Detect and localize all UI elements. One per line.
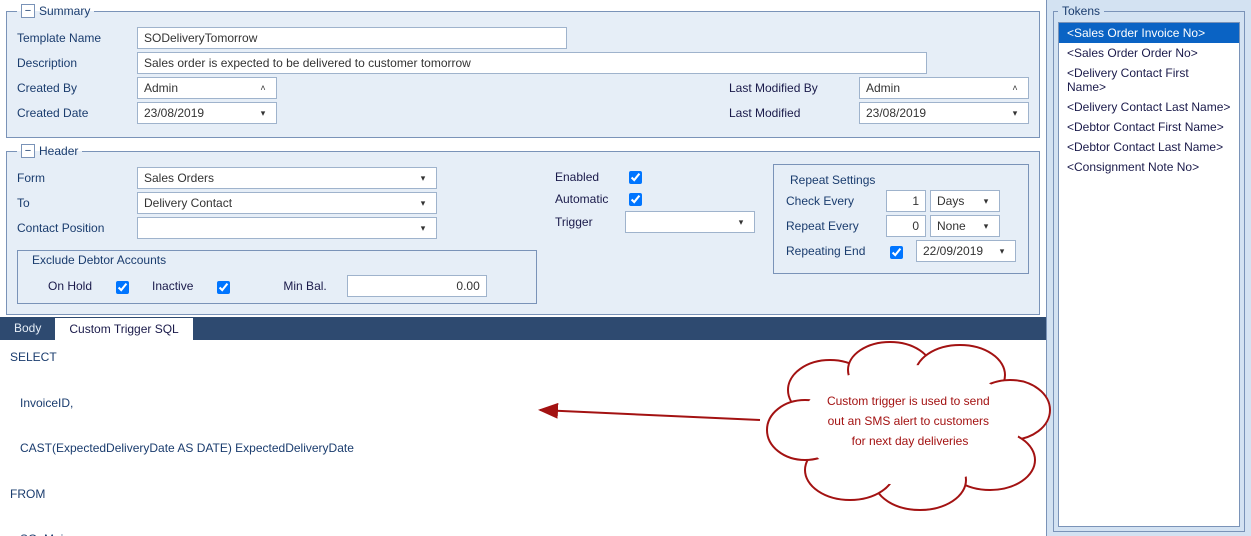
tokens-listbox[interactable]: <Sales Order Invoice No> <Sales Order Or… (1058, 22, 1240, 527)
header-group: − Header Form Sales Orders▾ To Delivery … (6, 144, 1040, 315)
template-name-label: Template Name (17, 31, 137, 45)
inactive-label: Inactive (152, 279, 193, 293)
header-legend: − Header (17, 144, 82, 158)
caret-down-icon: ▾ (416, 198, 430, 209)
template-name-input[interactable] (137, 27, 567, 49)
description-label: Description (17, 56, 137, 70)
created-date-label: Created Date (17, 106, 137, 120)
token-item[interactable]: <Delivery Contact Last Name> (1059, 97, 1239, 117)
on-hold-label: On Hold (48, 279, 92, 293)
to-label: To (17, 196, 137, 210)
token-item[interactable]: <Consignment Note No> (1059, 157, 1239, 177)
summary-legend: − Summary (17, 4, 94, 18)
summary-group: − Summary Template Name Description Crea… (6, 4, 1040, 138)
token-item[interactable]: <Delivery Contact First Name> (1059, 63, 1239, 97)
caret-down-icon: ▾ (979, 221, 993, 232)
trigger-combo[interactable]: ▾ (625, 211, 755, 233)
tab-custom-trigger-sql[interactable]: Custom Trigger SQL (55, 317, 192, 340)
caret-down-icon: ▾ (416, 173, 430, 184)
collapse-header-button[interactable]: − (21, 144, 35, 158)
inactive-checkbox[interactable] (217, 281, 230, 294)
check-every-input[interactable] (886, 190, 926, 212)
created-date-picker[interactable]: 23/08/2019▾ (137, 102, 277, 124)
trigger-label: Trigger (555, 215, 625, 229)
sql-editor[interactable]: SELECT InvoiceID, CAST(ExpectedDeliveryD… (0, 340, 1046, 536)
check-every-unit-select[interactable]: Days▾ (930, 190, 1000, 212)
last-modified-by-label: Last Modified By (729, 81, 859, 95)
automatic-checkbox[interactable] (629, 193, 642, 206)
token-item[interactable]: <Sales Order Order No> (1059, 43, 1239, 63)
contact-position-label: Contact Position (17, 221, 137, 235)
chevron-up-icon: ˄ (1008, 83, 1022, 93)
token-item[interactable]: <Sales Order Invoice No> (1059, 23, 1239, 43)
collapse-summary-button[interactable]: − (21, 4, 35, 18)
tab-body[interactable]: Body (0, 317, 55, 340)
form-label: Form (17, 171, 137, 185)
tokens-group: Tokens <Sales Order Invoice No> <Sales O… (1053, 4, 1245, 532)
created-by-combo[interactable]: Admin˄ (137, 77, 277, 99)
last-modified-label: Last Modified (729, 106, 859, 120)
caret-down-icon: ▾ (1008, 108, 1022, 119)
last-modified-picker[interactable]: 23/08/2019▾ (859, 102, 1029, 124)
token-item[interactable]: <Debtor Contact Last Name> (1059, 137, 1239, 157)
repeating-end-date-picker[interactable]: 22/09/2019▾ (916, 240, 1016, 262)
repeat-every-label: Repeat Every (786, 219, 886, 233)
caret-down-icon: ▾ (416, 223, 430, 234)
enabled-checkbox[interactable] (629, 171, 642, 184)
token-item[interactable]: <Debtor Contact First Name> (1059, 117, 1239, 137)
repeat-every-unit-select[interactable]: None▾ (930, 215, 1000, 237)
enabled-label: Enabled (555, 170, 625, 184)
contact-position-combo[interactable]: ▾ (137, 217, 437, 239)
min-bal-label: Min Bal. (283, 279, 326, 293)
description-input[interactable] (137, 52, 927, 74)
on-hold-checkbox[interactable] (116, 281, 129, 294)
tokens-legend: Tokens (1058, 4, 1104, 18)
automatic-label: Automatic (555, 192, 625, 206)
caret-down-icon: ▾ (256, 108, 270, 119)
min-bal-input[interactable] (347, 275, 487, 297)
tabs-bar: Body Custom Trigger SQL (0, 317, 1046, 340)
check-every-label: Check Every (786, 194, 886, 208)
to-combo[interactable]: Delivery Contact▾ (137, 192, 437, 214)
repeating-end-label: Repeating End (786, 244, 886, 258)
caret-down-icon: ▾ (734, 217, 748, 228)
exclude-debtor-group: Exclude Debtor Accounts On Hold Inactive… (17, 250, 537, 304)
repeat-every-input[interactable] (886, 215, 926, 237)
created-by-label: Created By (17, 81, 137, 95)
chevron-up-icon: ˄ (256, 83, 270, 93)
caret-down-icon: ▾ (995, 246, 1009, 257)
repeating-end-checkbox[interactable] (890, 246, 903, 259)
form-combo[interactable]: Sales Orders▾ (137, 167, 437, 189)
caret-down-icon: ▾ (979, 196, 993, 207)
last-modified-by-combo[interactable]: Admin˄ (859, 77, 1029, 99)
repeat-settings-group: Repeat Settings Check Every Days▾ Repeat… (773, 164, 1029, 274)
